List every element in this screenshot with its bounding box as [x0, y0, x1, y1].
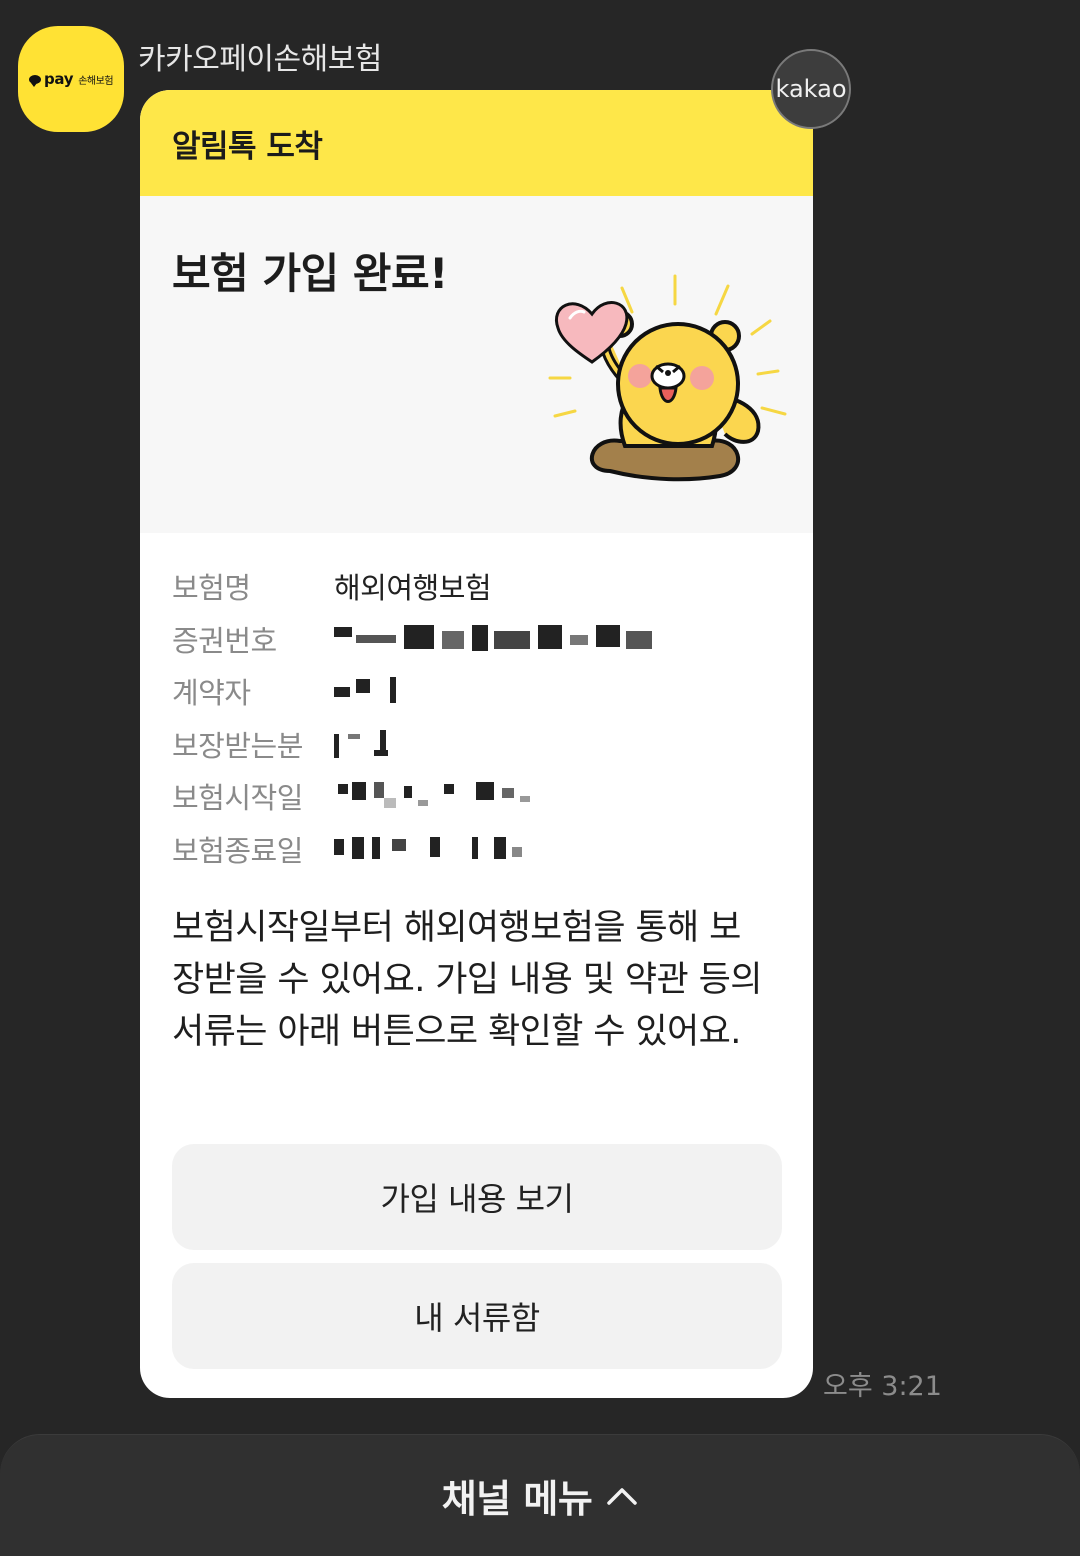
view-enrollment-button[interactable]: 가입 내용 보기 — [172, 1144, 782, 1250]
bear-with-heart-illustration — [548, 274, 787, 482]
sender-name: 카카오페이손해보험 — [138, 42, 382, 77]
channel-menu-bar[interactable]: 채널 메뉴 — [0, 1434, 1080, 1556]
hero-title: 보험 가입 완료! — [172, 249, 448, 298]
info-row-contractor: 계약자 — [172, 665, 782, 718]
logo-pay-text: pay — [43, 70, 74, 88]
info-label: 보장받는분 — [172, 728, 303, 763]
card-header: 알림톡 도착 — [140, 90, 813, 196]
kakaopay-logo: pay 손해보험 — [28, 70, 114, 88]
description-text: 보험시작일부터 해외여행보험을 통해 보장받을 수 있어요. 가입 내용 및 약… — [172, 908, 762, 1052]
info-label: 계약자 — [172, 676, 251, 711]
redacted-value — [334, 726, 404, 762]
info-label: 보험종료일 — [172, 833, 303, 868]
sender-avatar[interactable]: pay 손해보험 — [18, 26, 124, 132]
policy-info: 보험명 해외여행보험 증권번호 계약자 보장받는분 보험시작일 보험종료일 — [172, 560, 782, 875]
chevron-up-icon — [607, 1487, 638, 1505]
info-row-policy-name: 보험명 해외여행보험 — [172, 560, 782, 613]
redacted-value — [334, 673, 404, 709]
message-timestamp: 오후 3:21 — [823, 1371, 942, 1402]
kakao-badge: kakao — [771, 49, 851, 129]
info-row-insured: 보장받는분 — [172, 718, 782, 771]
info-label: 보험명 — [172, 571, 251, 606]
info-row-certificate-number: 증권번호 — [172, 613, 782, 666]
redacted-value — [334, 831, 534, 867]
message-card: 알림톡 도착 보험 가입 완료! 보험명 해외여행보험 증권번호 계약자 보장받… — [140, 90, 813, 1398]
chat-bubble-icon — [28, 74, 41, 87]
redacted-value — [334, 778, 534, 814]
info-row-start-date: 보험시작일 — [172, 770, 782, 823]
channel-menu-label: 채널 메뉴 — [441, 1477, 593, 1521]
redacted-value — [334, 621, 654, 657]
info-row-end-date: 보험종료일 — [172, 823, 782, 876]
logo-sub-text: 손해보험 — [78, 75, 114, 87]
card-hero: 보험 가입 완료! — [140, 196, 813, 533]
info-label: 보험시작일 — [172, 781, 303, 816]
my-documents-button[interactable]: 내 서류함 — [172, 1263, 782, 1369]
info-value: 해외여행보험 — [334, 571, 492, 606]
info-label: 증권번호 — [172, 623, 277, 658]
